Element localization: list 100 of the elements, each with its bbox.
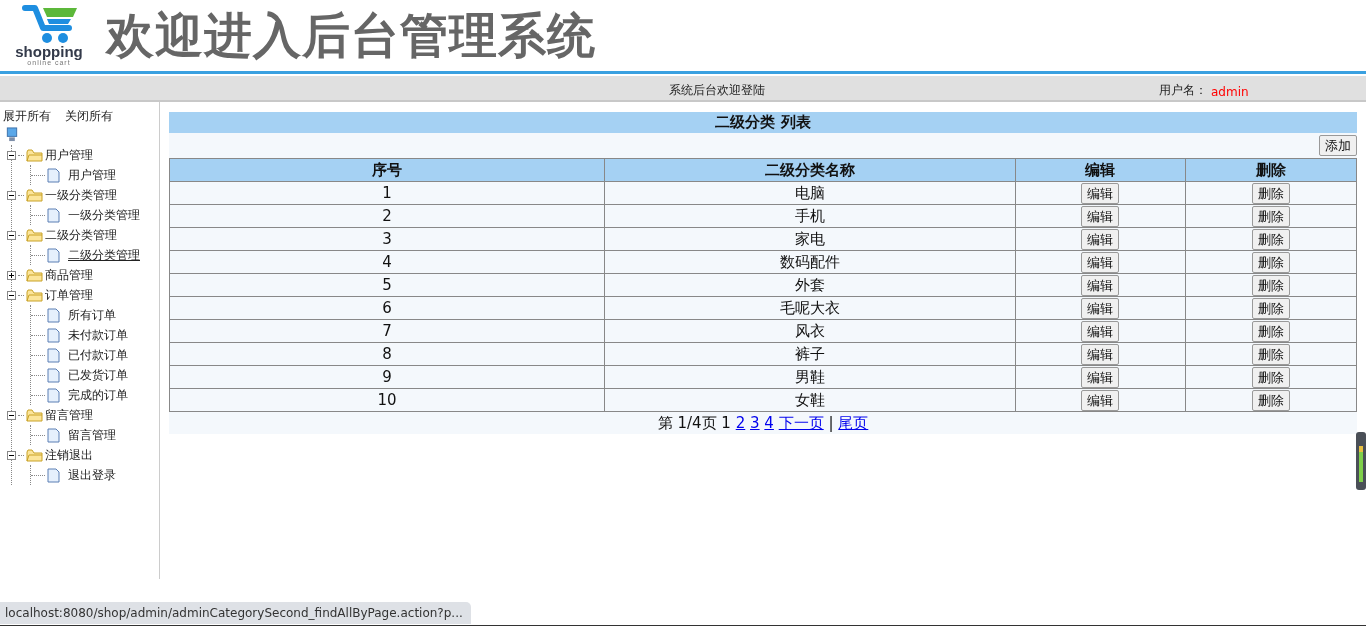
page-icon [47, 207, 60, 223]
table-cell: 4 [169, 250, 605, 274]
edit-button[interactable]: 编辑 [1081, 182, 1120, 204]
page-icon [47, 367, 60, 383]
delete-button[interactable]: 删除 [1251, 251, 1290, 273]
user-name: admin [1211, 85, 1249, 99]
edit-button[interactable]: 编辑 [1081, 297, 1120, 319]
page-icon [47, 247, 60, 263]
welcome-text: 系统后台欢迎登陆 [669, 82, 765, 99]
collapse-all-link[interactable]: 关闭所有 [65, 108, 113, 123]
delete-button[interactable]: 删除 [1251, 297, 1290, 319]
tree-folder-label[interactable]: 用户管理 [45, 146, 93, 164]
meter-widget-icon[interactable] [1356, 432, 1366, 490]
table-cell: 男鞋 [604, 365, 1016, 389]
folder-icon [26, 448, 43, 462]
table-cell: 10 [169, 388, 605, 412]
column-header: 二级分类名称 [604, 158, 1016, 182]
edit-button[interactable]: 编辑 [1081, 251, 1120, 273]
table-cell: 5 [169, 273, 605, 297]
table-cell: 外套 [604, 273, 1016, 297]
page-title: 欢迎进入后台管理系统 [106, 5, 596, 65]
tree-folder-label[interactable]: 二级分类管理 [45, 226, 117, 244]
delete-button[interactable]: 删除 [1251, 343, 1290, 365]
folder-icon [26, 228, 43, 242]
panel-title: 二级分类 列表 [169, 112, 1357, 133]
tree-folder-label[interactable]: 注销退出 [45, 446, 93, 464]
tree-item-label[interactable]: 所有订单 [68, 306, 116, 324]
page-icon [47, 467, 60, 483]
edit-button[interactable]: 编辑 [1081, 320, 1120, 342]
table-cell: 1 [169, 181, 605, 205]
page-icon [47, 347, 60, 363]
delete-button[interactable]: 删除 [1251, 389, 1290, 411]
table-cell: 2 [169, 204, 605, 228]
page-info-text: | [828, 414, 834, 432]
tree-folder-label[interactable]: 一级分类管理 [45, 186, 117, 204]
page-link[interactable]: 尾页 [838, 414, 869, 432]
collapse-toggle-icon[interactable] [7, 230, 16, 240]
delete-button[interactable]: 删除 [1251, 228, 1290, 250]
edit-button[interactable]: 编辑 [1081, 205, 1120, 227]
table-cell: 毛呢大衣 [604, 296, 1016, 320]
table-cell: 数码配件 [604, 250, 1016, 274]
table-cell: 6 [169, 296, 605, 320]
expand-all-link[interactable]: 展开所有 [3, 108, 51, 123]
table-cell: 电脑 [604, 181, 1016, 205]
tree-folder-label[interactable]: 商品管理 [45, 266, 93, 284]
page-icon [47, 427, 60, 443]
page-link[interactable]: 3 [750, 414, 760, 432]
page-link[interactable]: 2 [735, 414, 746, 432]
delete-button[interactable]: 删除 [1251, 182, 1290, 204]
folder-icon [26, 268, 43, 282]
edit-button[interactable]: 编辑 [1081, 389, 1120, 411]
tree-item-label[interactable]: 未付款订单 [68, 326, 128, 344]
table-cell: 3 [169, 227, 605, 251]
tree-item-label[interactable]: 已付款订单 [68, 346, 128, 364]
tree-folder-label[interactable]: 留言管理 [45, 406, 93, 424]
edit-button[interactable]: 编辑 [1081, 274, 1120, 296]
tree-item-label[interactable]: 已发货订单 [68, 366, 128, 384]
computer-icon [6, 127, 18, 142]
add-button[interactable]: 添加 [1319, 135, 1357, 156]
collapse-toggle-icon[interactable] [7, 190, 16, 200]
page-icon [47, 307, 60, 323]
delete-button[interactable]: 删除 [1251, 366, 1290, 388]
tree-item-label[interactable]: 一级分类管理 [68, 206, 140, 224]
page-icon [47, 167, 60, 183]
logo-wordmark: shopping [15, 44, 83, 59]
status-url: localhost:8080/shop/admin/adminCategorySecond_findAllByPage.action?p... [0, 602, 471, 624]
tree-item-label[interactable]: 留言管理 [68, 426, 116, 444]
expand-toggle-icon[interactable] [7, 270, 16, 280]
page-info-text: 第 1/4页 1 [657, 414, 731, 432]
delete-button[interactable]: 删除 [1251, 320, 1290, 342]
folder-icon [26, 288, 43, 302]
folder-icon [26, 408, 43, 422]
table-cell: 8 [169, 342, 605, 366]
tree-item-label[interactable]: 退出登录 [68, 466, 116, 484]
collapse-toggle-icon[interactable] [7, 410, 16, 420]
page-link[interactable]: 4 [764, 414, 774, 432]
cart-logo-icon [21, 4, 77, 44]
collapse-toggle-icon[interactable] [7, 290, 16, 300]
page-icon [47, 387, 60, 403]
tree-item-label[interactable]: 完成的订单 [68, 386, 128, 404]
table-cell: 女鞋 [604, 388, 1016, 412]
edit-button[interactable]: 编辑 [1081, 343, 1120, 365]
folder-icon [26, 188, 43, 202]
table-cell: 家电 [604, 227, 1016, 251]
tree-folder-label[interactable]: 订单管理 [45, 286, 93, 304]
delete-button[interactable]: 删除 [1251, 205, 1290, 227]
table-cell: 裤子 [604, 342, 1016, 366]
folder-icon [26, 148, 43, 162]
column-header: 序号 [169, 158, 605, 182]
column-header: 编辑 [1015, 158, 1186, 182]
edit-button[interactable]: 编辑 [1081, 366, 1120, 388]
delete-button[interactable]: 删除 [1251, 274, 1290, 296]
table-cell: 手机 [604, 204, 1016, 228]
column-header: 删除 [1185, 158, 1357, 182]
page-link[interactable]: 下一页 [778, 414, 824, 432]
tree-item-label[interactable]: 二级分类管理 [68, 246, 140, 264]
edit-button[interactable]: 编辑 [1081, 228, 1120, 250]
collapse-toggle-icon[interactable] [7, 150, 16, 160]
tree-item-label[interactable]: 用户管理 [68, 166, 116, 184]
collapse-toggle-icon[interactable] [7, 450, 16, 460]
